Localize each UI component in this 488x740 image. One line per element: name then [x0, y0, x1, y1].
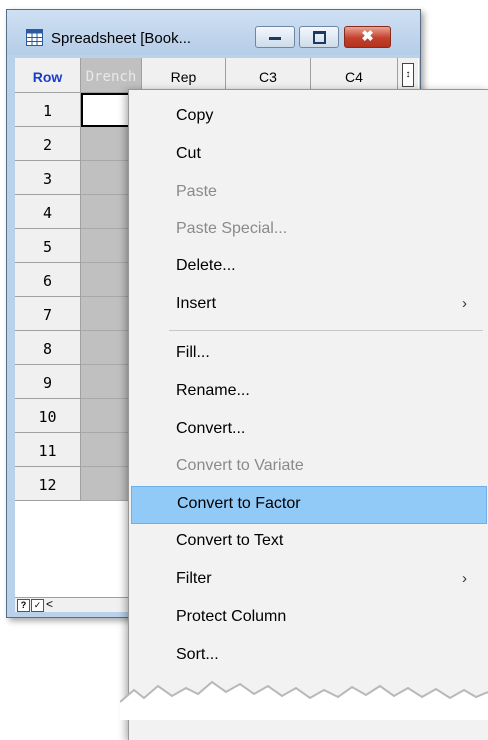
row-number[interactable]: 10	[15, 399, 81, 433]
menu-item-label: Protect Column	[176, 608, 287, 625]
menu-item-label: Paste	[176, 183, 217, 200]
menu-item-delete[interactable]: Delete...	[129, 249, 488, 285]
row-number[interactable]: 4	[15, 195, 81, 229]
menu-item-protect-column[interactable]: Protect Column	[129, 600, 488, 636]
column-scroll-control[interactable]: ↕	[398, 58, 418, 93]
spreadsheet-icon	[26, 29, 43, 46]
submenu-arrow-icon: ›	[462, 570, 467, 587]
menu-separator	[169, 330, 483, 331]
menu-item-label: Rename...	[176, 382, 250, 399]
menu-item-convert[interactable]: Convert...	[129, 412, 488, 448]
row-number[interactable]: 3	[15, 161, 81, 195]
menu-item-cut[interactable]: Cut	[129, 137, 488, 173]
row-number[interactable]: 11	[15, 433, 81, 467]
row-number[interactable]: 6	[15, 263, 81, 297]
column-header-c3[interactable]: C3	[226, 58, 311, 93]
help-icon[interactable]: ?	[17, 599, 30, 612]
menu-item-label: Filter	[176, 570, 212, 587]
menu-item-label: Convert to Variate	[176, 457, 304, 474]
menu-item-paste-special[interactable]: Paste Special...	[129, 212, 488, 248]
menu-item-label: Convert to Factor	[177, 495, 301, 512]
row-number[interactable]: 2	[15, 127, 81, 161]
submenu-arrow-icon: ›	[462, 295, 467, 312]
minimize-button[interactable]	[255, 26, 295, 48]
menu-item-label: Insert	[176, 295, 217, 312]
scroll-arrows-icon: ↕	[402, 63, 414, 87]
scroll-left-icon[interactable]: <	[46, 597, 53, 611]
menu-item-label: Delete...	[176, 257, 236, 274]
menu-item-paste[interactable]: Paste	[129, 175, 488, 211]
row-number[interactable]: 8	[15, 331, 81, 365]
checkbox-icon[interactable]: ✓	[31, 599, 44, 612]
context-menu: Copy Cut Paste Paste Special... Delete..…	[128, 89, 488, 740]
window-title: Spreadsheet [Book...	[51, 30, 192, 47]
close-button[interactable]: ✖	[344, 26, 391, 48]
menu-item-label: Convert to Text	[176, 532, 284, 549]
row-header-corner[interactable]: Row	[15, 58, 81, 93]
menu-item-copy[interactable]: Copy	[129, 99, 488, 135]
menu-item-convert-to-text[interactable]: Convert to Text	[129, 524, 488, 560]
maximize-icon	[313, 31, 326, 44]
row-number[interactable]: 9	[15, 365, 81, 399]
menu-item-label: Convert...	[176, 420, 246, 437]
row-number[interactable]: 1	[15, 93, 81, 127]
torn-edge	[120, 680, 488, 720]
menu-item-label: Fill...	[176, 344, 210, 361]
column-header-c4[interactable]: C4	[311, 58, 398, 93]
menu-item-fill[interactable]: Fill...	[129, 336, 488, 372]
menu-item-label: Cut	[176, 145, 201, 162]
menu-item-label: Paste Special...	[176, 220, 288, 237]
menu-item-rename[interactable]: Rename...	[129, 374, 488, 410]
row-number[interactable]: 5	[15, 229, 81, 263]
close-icon: ✖	[361, 28, 374, 45]
column-header-drench[interactable]: Drench	[81, 58, 142, 93]
minimize-icon	[269, 37, 281, 40]
title-bar[interactable]: Spreadsheet [Book... ✖	[7, 10, 420, 55]
maximize-button[interactable]	[299, 26, 339, 48]
menu-item-convert-to-factor[interactable]: Convert to Factor	[131, 486, 487, 524]
menu-item-insert[interactable]: Insert ›	[129, 287, 488, 323]
menu-item-convert-to-variate[interactable]: Convert to Variate	[129, 449, 488, 485]
row-number[interactable]: 12	[15, 467, 81, 501]
row-number[interactable]: 7	[15, 297, 81, 331]
menu-item-filter[interactable]: Filter ›	[129, 562, 488, 598]
menu-item-label: Copy	[176, 107, 214, 124]
column-header-rep[interactable]: Rep	[142, 58, 226, 93]
